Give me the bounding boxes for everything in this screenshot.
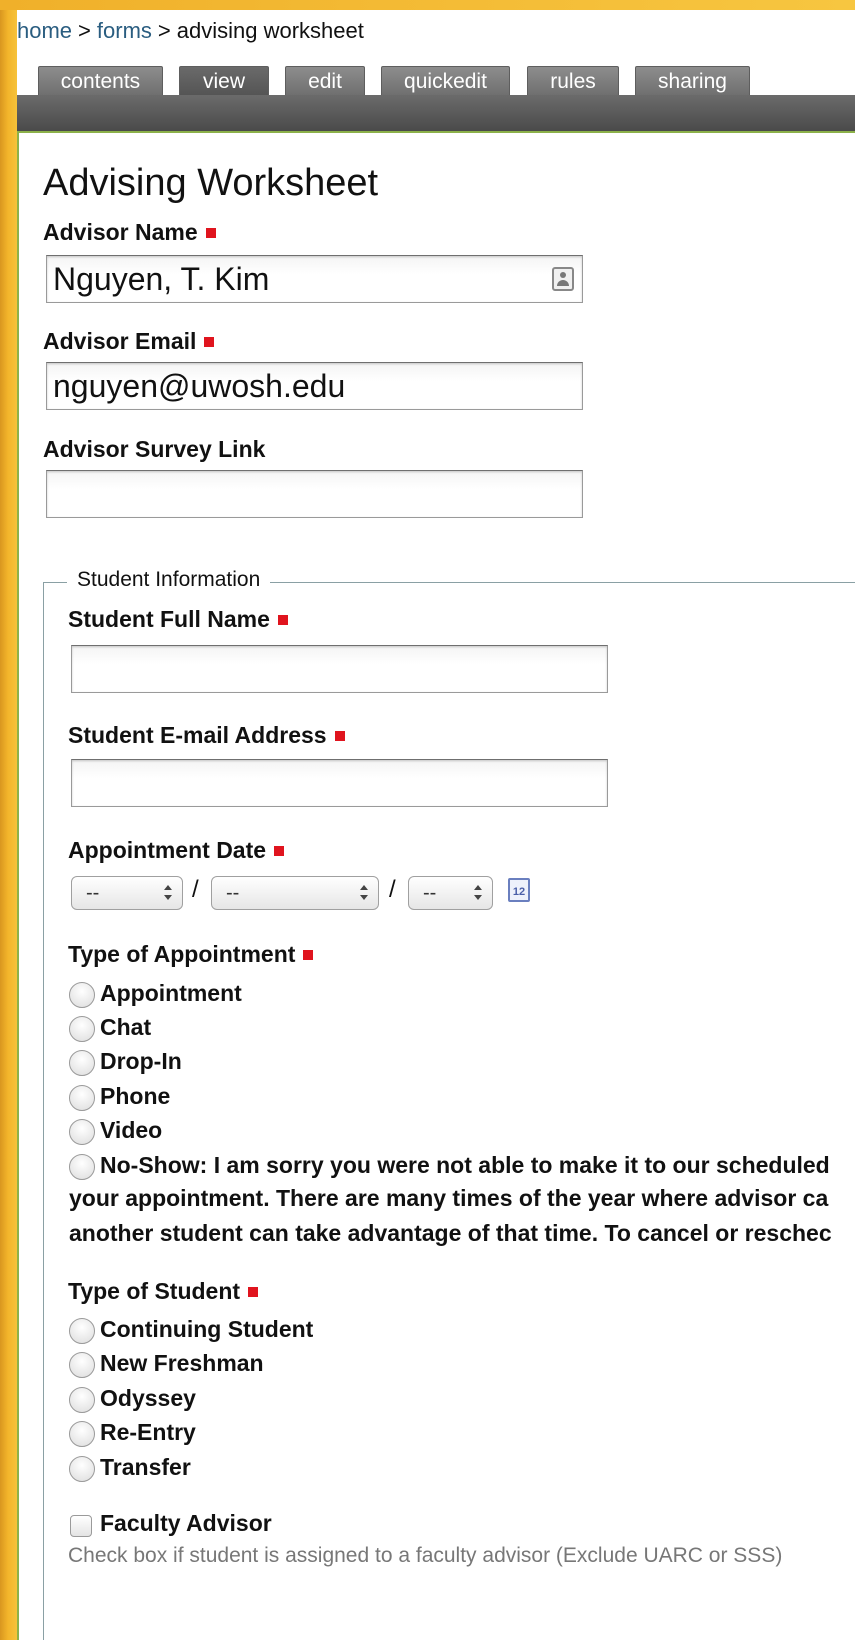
advisor-name-label: Advisor Name [43,219,216,246]
no-show-text-line: another student can take advantage of th… [69,1220,832,1246]
appointment-month-select[interactable]: -- [71,876,183,910]
breadcrumb: home > forms > advising worksheet [17,18,364,44]
content-left-border [17,133,19,1640]
advisor-email-label: Advisor Email [43,328,215,355]
tab-edit[interactable]: edit [285,66,365,96]
required-marker [334,730,345,741]
student-type-label: Type of Student [68,1278,259,1305]
tab-contents[interactable]: contents [38,66,163,96]
student-information-legend: Student Information [67,568,271,592]
radio-button[interactable] [69,1016,95,1042]
student-full-name-label: Student Full Name [68,606,288,633]
advisor-name-value: Nguyen, T. Kim [53,261,270,297]
advisor-survey-link-field[interactable] [46,470,583,518]
student-full-name-field[interactable] [71,645,608,693]
top-accent-bar [0,0,855,10]
tab-view[interactable]: view [179,66,269,96]
select-arrows-icon [164,885,172,901]
faculty-advisor-help-text: Check box if student is assigned to a fa… [68,1544,783,1567]
breadcrumb-separator: > [78,18,91,43]
student-email-field[interactable] [71,759,608,807]
student-email-label: Student E-mail Address [68,722,345,749]
radio-button[interactable] [69,1352,95,1378]
required-marker [274,845,285,856]
required-marker [303,949,314,960]
page: home > forms > advising worksheet contents v… [17,10,855,1640]
advisor-email-field[interactable]: nguyen@uwosh.edu [46,362,583,410]
breadcrumb-forms-link[interactable]: forms [97,18,152,43]
appointment-type-label: Type of Appointment [68,941,314,968]
radio-button[interactable] [69,1387,95,1413]
advisor-name-field[interactable]: Nguyen, T. Kim [46,255,583,303]
required-marker [205,227,216,238]
advisor-email-value: nguyen@uwosh.edu [53,368,346,404]
select-arrows-icon [474,885,482,901]
appointment-date-label: Appointment Date [68,837,285,864]
required-marker [277,614,288,625]
tab-rules[interactable]: rules [527,66,619,96]
radio-button[interactable] [69,1421,95,1447]
breadcrumb-current: advising worksheet [176,18,364,43]
calendar-icon[interactable]: 12 [508,878,530,902]
radio-button[interactable] [69,1154,95,1180]
date-separator: / [389,876,396,903]
faculty-advisor-checkbox[interactable] [70,1515,92,1537]
breadcrumb-home-link[interactable]: home [17,18,72,43]
toolbar-bar [17,95,855,133]
tab-sharing[interactable]: sharing [635,66,750,96]
required-marker [248,1286,259,1297]
tab-quickedit[interactable]: quickedit [381,66,510,96]
radio-button[interactable] [69,1318,95,1344]
required-marker [204,336,215,347]
address-book-icon[interactable] [552,267,574,291]
appointment-year-select[interactable]: -- [408,876,493,910]
breadcrumb-separator: > [157,18,171,43]
radio-button[interactable] [69,1456,95,1482]
page-title: Advising Worksheet [43,162,379,204]
no-show-text-line: your appointment. There are many times o… [69,1185,829,1211]
appointment-day-select[interactable]: -- [211,876,379,910]
faculty-advisor-label: Faculty Advisor [100,1510,272,1536]
select-arrows-icon [360,885,368,901]
date-separator: / [192,876,199,903]
radio-button[interactable] [69,1119,95,1145]
radio-button[interactable] [69,982,95,1008]
advisor-survey-link-label: Advisor Survey Link [43,436,266,462]
radio-button[interactable] [69,1085,95,1111]
radio-button[interactable] [69,1050,95,1076]
